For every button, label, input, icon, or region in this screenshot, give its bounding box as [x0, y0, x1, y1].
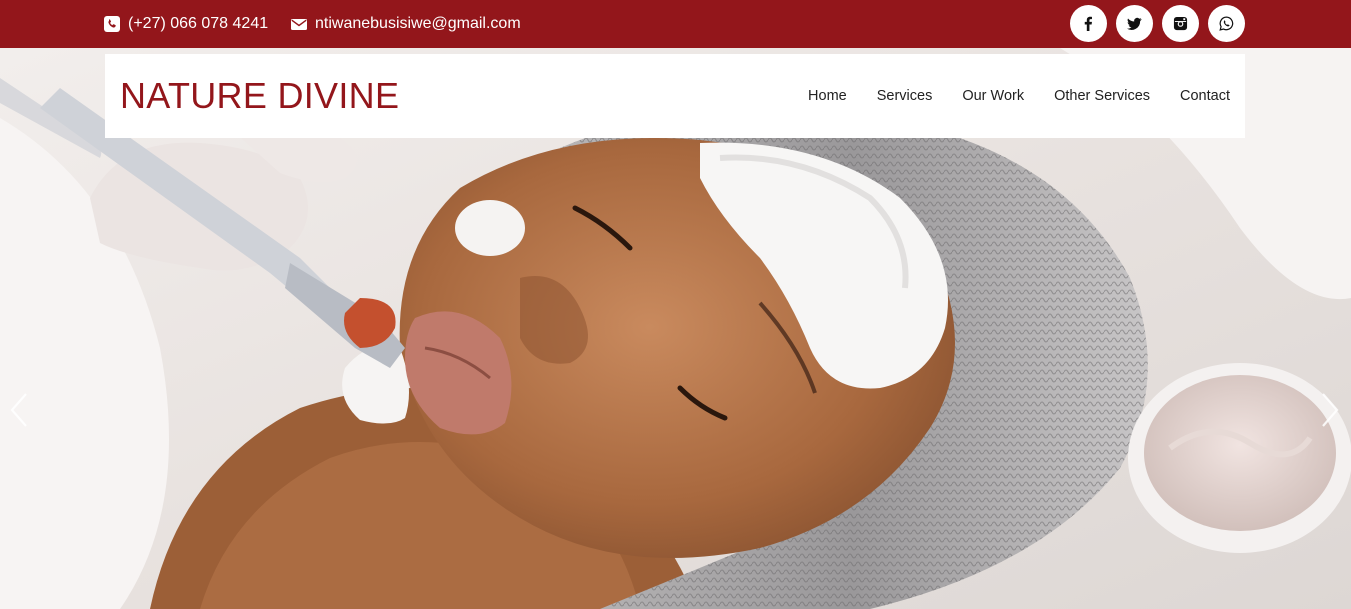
envelope-icon [291, 16, 307, 32]
nav-services[interactable]: Services [862, 88, 948, 104]
phone-icon [104, 16, 120, 32]
facebook-button[interactable] [1070, 5, 1107, 42]
slider-prev-button[interactable] [6, 390, 32, 430]
phone-text: (+27) 066 078 4241 [128, 15, 269, 32]
top-bar: (+27) 066 078 4241 ntiwanebusisiwe@gmail… [0, 0, 1351, 48]
nav-our-work[interactable]: Our Work [947, 88, 1039, 104]
nav-contact[interactable]: Contact [1165, 88, 1245, 104]
brand-logo-text[interactable]: NATURE DIVINE [120, 54, 399, 138]
twitter-button[interactable] [1116, 5, 1153, 42]
email-text: ntiwanebusisiwe@gmail.com [315, 15, 521, 32]
instagram-icon [1173, 16, 1188, 31]
main-menu: Home Services Our Work Other Services Co… [793, 54, 1245, 138]
main-navbar: NATURE DIVINE Home Services Our Work Oth… [105, 54, 1245, 138]
social-links [1070, 5, 1245, 42]
chevron-left-icon [10, 393, 27, 427]
whatsapp-button[interactable] [1208, 5, 1245, 42]
phone-contact[interactable]: (+27) 066 078 4241 [104, 0, 268, 48]
chevron-right-icon [1322, 393, 1339, 427]
nav-other-services[interactable]: Other Services [1039, 88, 1165, 104]
twitter-icon [1127, 17, 1142, 30]
slider-next-button[interactable] [1317, 390, 1343, 430]
instagram-button[interactable] [1162, 5, 1199, 42]
facebook-icon [1084, 16, 1092, 31]
email-contact[interactable]: ntiwanebusisiwe@gmail.com [291, 0, 521, 48]
whatsapp-icon [1219, 16, 1234, 31]
nav-home[interactable]: Home [793, 88, 862, 104]
